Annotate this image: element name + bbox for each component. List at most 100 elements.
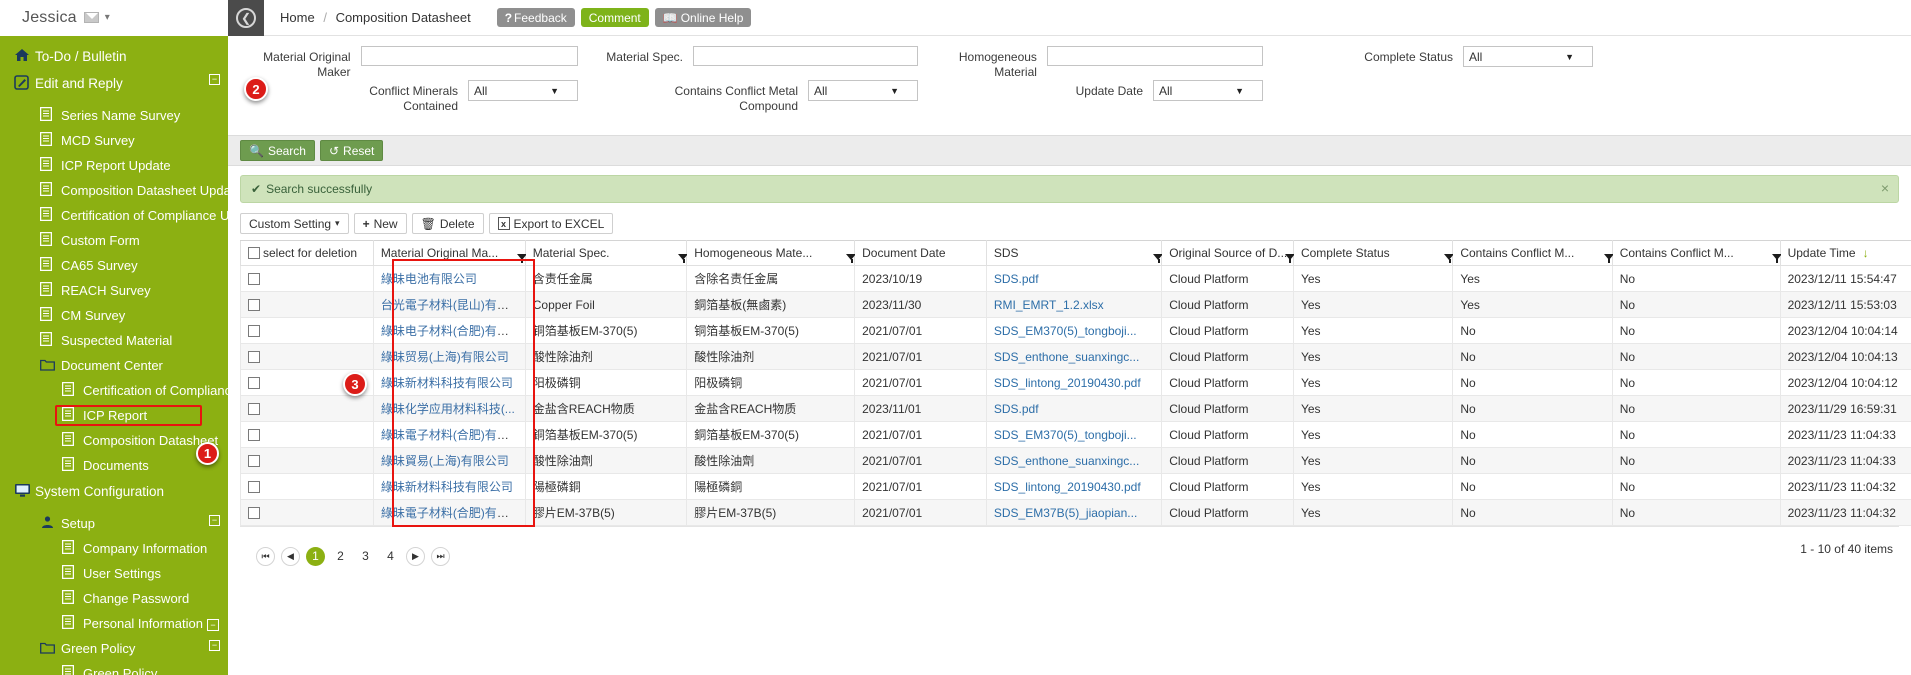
material-original-maker-input[interactable] bbox=[360, 46, 578, 66]
cell-material-original-maker[interactable]: 綠昧新材料科技有限公司 bbox=[372, 473, 526, 500]
row-select-checkbox[interactable] bbox=[248, 480, 260, 493]
sidebar-item-documents[interactable]: Documents bbox=[0, 453, 228, 478]
cell-sds-text[interactable]: SDS_EM37B(5)_jiaopian... bbox=[994, 506, 1137, 520]
cell-material-original-maker-text[interactable]: 綠昧電子材料(合肥)有限... bbox=[381, 428, 519, 442]
breadcrumb-home[interactable]: Home bbox=[280, 10, 315, 25]
row-checkbox-cell[interactable] bbox=[240, 317, 374, 344]
row-checkbox-cell[interactable] bbox=[240, 447, 374, 474]
cell-material-original-maker[interactable]: 綠昧化学应用材料科技(... bbox=[372, 395, 526, 422]
cell-sds[interactable]: SDS_EM370(5)_tongboji... bbox=[985, 317, 1163, 344]
row-select-checkbox[interactable] bbox=[248, 298, 260, 311]
sidebar-item-certification-of-compliance[interactable]: Certification of Compliance bbox=[0, 378, 228, 403]
sidebar-collapse-icon[interactable]: − bbox=[209, 74, 220, 85]
update-date-select[interactable]: All ▼ bbox=[1153, 80, 1263, 101]
table-header-sds[interactable]: SDS bbox=[985, 240, 1164, 266]
sidebar-item-custom-form[interactable]: Custom Form bbox=[0, 228, 228, 253]
table-row[interactable]: 綠昧貿易(上海)有限公司 酸性除油劑 酸性除油劑 2021/07/01 SDS_enth… bbox=[240, 447, 1911, 474]
table-header-document-date[interactable]: Document Date bbox=[854, 240, 987, 266]
cell-material-original-maker-text[interactable]: 綠昧化学应用材料科技(... bbox=[381, 402, 515, 416]
table-header-update-time[interactable]: Update Time ↓ bbox=[1779, 240, 1911, 266]
complete-status-select[interactable]: All ▼ bbox=[1463, 46, 1593, 67]
row-select-checkbox[interactable] bbox=[248, 506, 260, 519]
table-row[interactable]: 綠昧化学应用材料科技(... 金盐含REACH物质 金盐含REACH物质 2023/1… bbox=[240, 395, 1911, 422]
pagination-page-3[interactable]: 3 bbox=[356, 547, 375, 566]
conflict-minerals-contained-select[interactable]: All ▼ bbox=[468, 80, 578, 101]
sidebar-collapse-toggle[interactable]: − bbox=[207, 619, 219, 631]
cell-sds-text[interactable]: SDS.pdf bbox=[994, 272, 1039, 286]
cell-material-original-maker[interactable]: 綠昧貿易(上海)有限公司 bbox=[372, 447, 526, 474]
sidebar-item-setup[interactable]: Setup − bbox=[0, 511, 228, 536]
row-select-checkbox[interactable] bbox=[248, 324, 260, 337]
table-row[interactable]: 綠昧电子材料(合肥)有限... 铜箔基板EM-370(5) 铜箔基板EM-370(5… bbox=[240, 317, 1911, 344]
row-checkbox-cell[interactable] bbox=[240, 343, 374, 370]
sidebar-item-reach-survey[interactable]: REACH Survey bbox=[0, 278, 228, 303]
cell-material-original-maker[interactable]: 台光電子材料(昆山)有限... bbox=[372, 291, 526, 318]
cell-material-original-maker[interactable]: 綠昧新材料科技有限公司 bbox=[372, 369, 526, 396]
table-header-material-original-ma[interactable]: Material Original Ma... bbox=[372, 240, 527, 266]
export-to-excel-button[interactable]: x Export to EXCEL bbox=[488, 213, 614, 234]
table-row[interactable]: 綠昧贸易(上海)有限公司 酸性除油剂 酸性除油剂 2021/07/01 SDS_enth… bbox=[240, 343, 1911, 370]
sidebar-item-icp-report[interactable]: ICP Report bbox=[0, 403, 228, 428]
row-checkbox-cell[interactable] bbox=[240, 265, 374, 292]
row-select-checkbox[interactable] bbox=[248, 350, 260, 363]
pagination-first-button[interactable]: ⏮ bbox=[256, 546, 275, 566]
sidebar-item-icp-report-update[interactable]: ICP Report Update bbox=[0, 153, 228, 178]
cell-sds-text[interactable]: SDS_EM370(5)_tongboji... bbox=[994, 428, 1137, 442]
table-row[interactable]: 綠昧电池有限公司 含责任金属 含除名责任金属 2023/10/19 SDS.pdf Clo… bbox=[240, 265, 1911, 292]
table-header-contains-conflict-m[interactable]: Contains Conflict M... bbox=[1452, 240, 1614, 266]
cell-sds[interactable]: SDS_EM37B(5)_jiaopian... bbox=[985, 499, 1163, 526]
sidebar-item-ca65-survey[interactable]: CA65 Survey bbox=[0, 253, 228, 278]
cell-material-original-maker[interactable]: 綠昧電子材料(合肥)有限... bbox=[372, 499, 526, 526]
cell-sds[interactable]: RMI_EMRT_1.2.xlsx bbox=[985, 291, 1163, 318]
sidebar-item-suspected-material[interactable]: Suspected Material bbox=[0, 328, 228, 353]
table-header-material-spec[interactable]: Material Spec. bbox=[524, 240, 689, 266]
cell-material-original-maker-text[interactable]: 綠昧贸易(上海)有限公司 bbox=[381, 350, 509, 364]
table-header-contains-conflict-m[interactable]: Contains Conflict M... bbox=[1611, 240, 1782, 266]
table-row[interactable]: 綠昧電子材料(合肥)有限... 銅箔基板EM-370(5) 銅箔基板EM-370(5… bbox=[240, 421, 1911, 448]
mail-icon[interactable] bbox=[83, 12, 99, 23]
material-spec-input[interactable] bbox=[693, 46, 918, 66]
sidebar-item-composition-datasheet-update[interactable]: Composition Datasheet Update bbox=[0, 178, 228, 203]
cell-sds[interactable]: SDS.pdf bbox=[985, 395, 1163, 422]
sidebar-item-change-password[interactable]: Change Password bbox=[0, 586, 228, 611]
cell-material-original-maker-text[interactable]: 綠昧电子材料(合肥)有限... bbox=[381, 324, 519, 338]
pagination-prev-button[interactable]: ◀ bbox=[281, 546, 300, 566]
sidebar-item-edit-and-reply[interactable]: Edit and Reply − bbox=[0, 70, 228, 97]
sidebar-item-composition-datasheet[interactable]: Composition Datasheet bbox=[0, 428, 228, 453]
cell-sds-text[interactable]: SDS_EM370(5)_tongboji... bbox=[994, 324, 1137, 338]
cell-material-original-maker[interactable]: 綠昧电池有限公司 bbox=[372, 265, 526, 292]
contains-conflict-metal-compound-select[interactable]: All ▼ bbox=[808, 80, 918, 101]
cell-sds[interactable]: SDS.pdf bbox=[985, 265, 1163, 292]
cell-sds-text[interactable]: RMI_EMRT_1.2.xlsx bbox=[994, 298, 1104, 312]
table-header-original-source-of-d[interactable]: Original Source of D... bbox=[1161, 240, 1295, 266]
pagination-last-button[interactable]: ⏭ bbox=[431, 546, 450, 566]
sidebar-collapse-icon[interactable]: − bbox=[209, 640, 220, 651]
row-select-checkbox[interactable] bbox=[248, 454, 260, 467]
sidebar-item-certification-of-compliance-update[interactable]: Certification of Compliance Update bbox=[0, 203, 228, 228]
user-bar[interactable]: Jessica ▾ bbox=[0, 0, 228, 36]
row-checkbox-cell[interactable] bbox=[240, 473, 374, 500]
sidebar-item-green-policy[interactable]: Green Policy − bbox=[0, 636, 228, 661]
sidebar-item-cm-survey[interactable]: CM Survey bbox=[0, 303, 228, 328]
sidebar-collapse-icon[interactable]: − bbox=[209, 515, 220, 526]
delete-button[interactable]: 🗑 Delete bbox=[411, 213, 484, 234]
row-checkbox-cell[interactable] bbox=[240, 395, 374, 422]
table-row[interactable]: 綠昧新材料科技有限公司 阳极磷铜 阳极磷铜 2021/07/01 SDS_lintong… bbox=[240, 369, 1911, 396]
row-select-checkbox[interactable] bbox=[248, 402, 260, 415]
pagination-page-1[interactable]: 1 bbox=[306, 546, 325, 566]
cell-material-original-maker[interactable]: 綠昧電子材料(合肥)有限... bbox=[372, 421, 526, 448]
sidebar-item-to-do-bulletin[interactable]: To-Do / Bulletin bbox=[0, 43, 228, 70]
row-checkbox-cell[interactable] bbox=[240, 421, 374, 448]
pagination-page-2[interactable]: 2 bbox=[331, 547, 350, 566]
search-button[interactable]: 🔍 Search bbox=[240, 140, 315, 161]
back-button[interactable]: ❮ bbox=[228, 0, 264, 36]
comment-button[interactable]: Comment bbox=[580, 8, 649, 27]
cell-material-original-maker-text[interactable]: 綠昧貿易(上海)有限公司 bbox=[381, 454, 509, 468]
chevron-down-icon[interactable]: ▾ bbox=[105, 12, 110, 23]
cell-material-original-maker[interactable]: 綠昧贸易(上海)有限公司 bbox=[372, 343, 526, 370]
select-all-checkbox[interactable] bbox=[248, 247, 260, 259]
cell-sds-text[interactable]: SDS_enthone_suanxingc... bbox=[994, 350, 1139, 364]
cell-sds-text[interactable]: SDS_lintong_20190430.pdf bbox=[994, 376, 1141, 390]
row-checkbox-cell[interactable] bbox=[240, 499, 374, 526]
sidebar-item-company-information[interactable]: Company Information bbox=[0, 536, 228, 561]
